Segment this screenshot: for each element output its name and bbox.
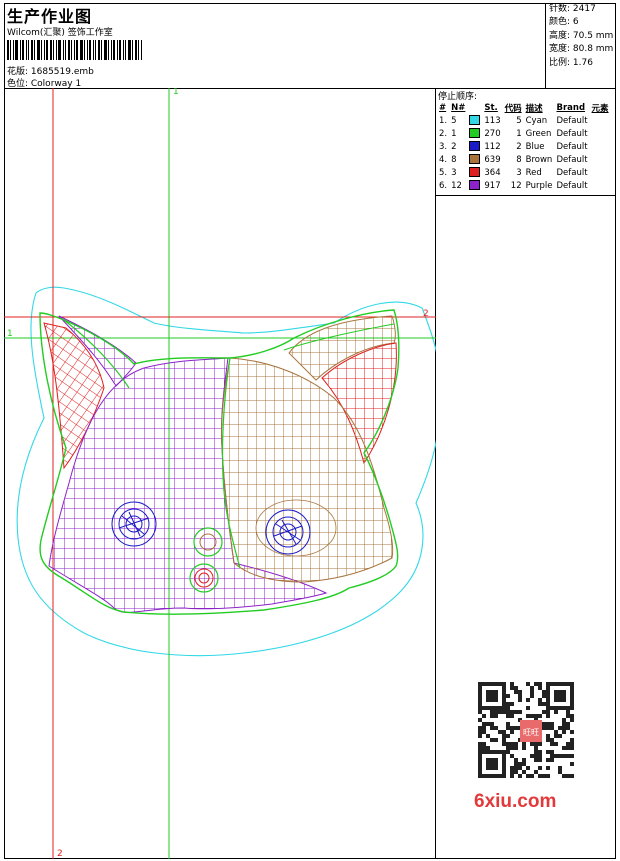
left-eye bbox=[111, 501, 157, 547]
stop-swatch bbox=[467, 140, 482, 153]
header-info: 生产作业图 Wilcom(汇聚) 签饰工作室 花版: 1685519.emb 色… bbox=[4, 3, 546, 89]
stop-code: 8 bbox=[516, 154, 522, 165]
stop-code: 12 bbox=[510, 180, 522, 191]
stop-brand: Default bbox=[556, 180, 588, 191]
col-code: 代码 bbox=[504, 103, 522, 114]
stats-panel: 针数: 2417 颜色: 6 高度: 70.5 mm 宽度: 80.8 mm 比… bbox=[546, 3, 616, 88]
stop-needle: 1 bbox=[451, 128, 457, 139]
stop-stitches: 364 bbox=[484, 167, 501, 178]
watermark-logo: 6xiu.com bbox=[474, 791, 557, 812]
page-title: 生产作业图 bbox=[7, 7, 93, 26]
marker-h2: 2 bbox=[423, 309, 429, 319]
stop-desc: Purple bbox=[525, 180, 553, 191]
company-name: Wilcom(汇聚) 签饰工作室 bbox=[7, 28, 113, 38]
stop-stitches: 639 bbox=[484, 154, 501, 165]
stop-element bbox=[590, 166, 611, 179]
col-stitches: St. bbox=[484, 102, 498, 113]
stop-needle: 12 bbox=[451, 180, 462, 191]
stop-desc: Red bbox=[525, 167, 542, 178]
stop-row: 4. 8 639 8 Brown Default bbox=[437, 153, 611, 166]
qr-code: 旺旺 bbox=[478, 682, 574, 778]
stat-stitches: 针数: 2417 bbox=[549, 4, 596, 14]
stop-element bbox=[590, 114, 611, 127]
stop-row: 1. 5 113 5 Cyan Default bbox=[437, 114, 611, 127]
stop-desc: Brown bbox=[525, 154, 553, 165]
stop-needle: 8 bbox=[451, 154, 457, 165]
stat-width: 宽度: 80.8 mm bbox=[549, 44, 614, 55]
marker-v1: 1 bbox=[173, 88, 179, 97]
stop-row: 2. 1 270 1 Green Default bbox=[437, 127, 611, 140]
header: 生产作业图 Wilcom(汇聚) 签饰工作室 花版: 1685519.emb 色… bbox=[4, 3, 616, 89]
panel-divider bbox=[436, 195, 616, 196]
stop-swatch bbox=[467, 153, 482, 166]
design-canvas: 1 2 1 2 bbox=[4, 88, 436, 859]
color-swatch bbox=[469, 141, 481, 152]
stop-needle: 2 bbox=[451, 141, 457, 152]
right-eye bbox=[265, 509, 311, 555]
stop-table-header: # N# St. 代码 描述 Brand 元素 bbox=[437, 101, 611, 114]
col-swatch bbox=[467, 101, 482, 114]
embroidery-preview: 1 2 1 2 bbox=[4, 88, 436, 859]
stop-swatch bbox=[467, 166, 482, 179]
stop-swatch bbox=[467, 114, 482, 127]
stop-idx: 3. bbox=[439, 141, 448, 152]
stop-idx: 2. bbox=[439, 128, 448, 139]
stop-brand: Default bbox=[556, 167, 588, 178]
stop-element bbox=[590, 127, 611, 140]
stop-sequence-table: # N# St. 代码 描述 Brand 元素 1. 5 113 5 Cyan Defau… bbox=[437, 101, 611, 192]
stop-desc: Green bbox=[525, 128, 552, 139]
stop-idx: 1. bbox=[439, 115, 448, 126]
stop-code: 5 bbox=[516, 115, 522, 126]
marker-h1: 1 bbox=[7, 329, 13, 339]
stop-needle: 3 bbox=[451, 167, 457, 178]
color-swatch bbox=[469, 115, 481, 126]
stop-row: 3. 2 112 2 Blue Default bbox=[437, 140, 611, 153]
stop-brand: Default bbox=[556, 115, 588, 126]
stop-desc: Blue bbox=[525, 141, 545, 152]
stop-brand: Default bbox=[556, 154, 588, 165]
stop-stitches: 113 bbox=[484, 115, 501, 126]
stat-height: 高度: 70.5 mm bbox=[549, 30, 614, 41]
stop-stitches: 917 bbox=[484, 180, 501, 191]
stat-colors: 颜色: 6 bbox=[549, 17, 579, 28]
stop-idx: 6. bbox=[439, 180, 448, 191]
color-swatch bbox=[469, 128, 481, 139]
stop-code: 2 bbox=[516, 141, 522, 152]
stop-code: 3 bbox=[516, 167, 522, 178]
col-element: 元素 bbox=[591, 103, 609, 114]
col-idx: # bbox=[439, 102, 447, 113]
marker-v2: 2 bbox=[57, 849, 63, 859]
col-n: N# bbox=[451, 102, 466, 113]
color-swatch bbox=[469, 154, 481, 165]
stop-row: 6. 12 917 12 Purple Default bbox=[437, 179, 611, 192]
stop-element bbox=[590, 140, 611, 153]
stat-scale: 比例: 1.76 bbox=[549, 57, 593, 68]
color-swatch bbox=[469, 167, 481, 178]
stop-code: 1 bbox=[516, 128, 522, 139]
stop-swatch bbox=[467, 127, 482, 140]
stop-brand: Default bbox=[556, 141, 588, 152]
stop-idx: 4. bbox=[439, 154, 448, 165]
stop-element bbox=[590, 153, 611, 166]
qr-badge-text: 旺旺 bbox=[523, 728, 539, 737]
col-brand: Brand bbox=[556, 102, 586, 113]
stop-row: 5. 3 364 3 Red Default bbox=[437, 166, 611, 179]
stop-stitches: 112 bbox=[484, 141, 501, 152]
stop-idx: 5. bbox=[439, 167, 448, 178]
stop-element bbox=[590, 179, 611, 192]
barcode bbox=[7, 40, 147, 60]
stop-stitches: 270 bbox=[484, 128, 501, 139]
stop-desc: Cyan bbox=[525, 115, 548, 126]
color-swatch bbox=[469, 180, 481, 191]
col-desc: 描述 bbox=[525, 103, 543, 114]
stop-brand: Default bbox=[556, 128, 588, 139]
stop-swatch bbox=[467, 179, 482, 192]
stop-needle: 5 bbox=[451, 115, 457, 126]
